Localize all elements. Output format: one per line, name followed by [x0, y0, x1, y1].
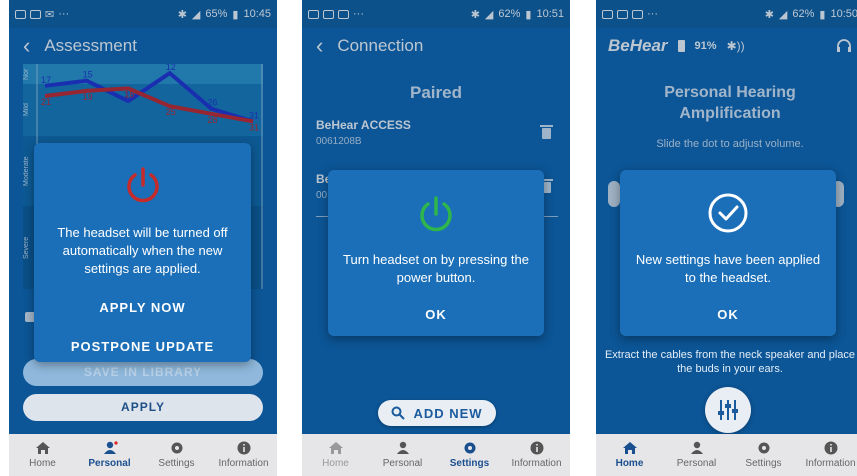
gear-icon — [758, 442, 769, 454]
nav-information[interactable]: Information — [503, 434, 570, 476]
gear-icon — [464, 442, 475, 454]
nav-label: Settings — [158, 458, 195, 469]
save-in-library-button[interactable]: SAVE IN LIBRARY — [23, 359, 263, 386]
bottom-nav: Home Personal Settings Information — [596, 434, 857, 476]
nav-label: Settings — [449, 458, 490, 469]
home-icon — [622, 442, 637, 454]
apply-now-button[interactable]: APPLY NOW — [34, 300, 251, 315]
nav-personal[interactable]: Personal — [663, 434, 730, 476]
power-on-dialog: Turn headset on by pressing the power bu… — [328, 170, 544, 336]
nav-label: Personal — [88, 458, 131, 469]
nav-label: Information — [511, 458, 562, 469]
home-icon — [328, 442, 343, 454]
nav-information[interactable]: Information — [210, 434, 277, 476]
home-icon — [35, 442, 50, 454]
power-icon — [420, 196, 452, 232]
person-icon — [690, 441, 703, 454]
assessment-screen: ✉ ··· ✱ ◢ 65% ▮ 10:45 ‹ Assessment 17 15 2… — [9, 0, 277, 476]
nav-home[interactable]: Home — [302, 434, 369, 476]
person-icon — [396, 441, 409, 454]
dialog-message: The headset will be turned off automatic… — [57, 225, 228, 276]
equalizer-button[interactable] — [705, 387, 751, 433]
info-icon — [530, 441, 543, 455]
ok-button[interactable]: OK — [328, 307, 544, 322]
nav-personal[interactable]: Personal — [76, 434, 143, 476]
nav-label: Information — [805, 458, 856, 469]
bottom-nav: Home Personal Settings Information — [302, 434, 570, 476]
turn-off-dialog: The headset will be turned off automatic… — [34, 143, 251, 362]
nav-settings[interactable]: Settings — [143, 434, 210, 476]
nav-label: Personal — [676, 458, 717, 469]
connection-screen: ··· ✱ ◢ 62% ▮ 10:51 ‹ Connection Paired … — [302, 0, 570, 476]
nav-label: Information — [218, 458, 269, 469]
instruction-text: Extract the cables from the neck speaker… — [604, 349, 856, 375]
add-new-button[interactable]: ADD NEW — [378, 400, 496, 426]
nav-label: Home — [29, 458, 56, 469]
dialog-message: Turn headset on by pressing the power bu… — [343, 252, 529, 285]
nav-label: Settings — [745, 458, 782, 469]
nav-home[interactable]: Home — [9, 434, 76, 476]
nav-label: Personal — [382, 458, 423, 469]
nav-label: Home — [615, 458, 644, 469]
info-icon — [237, 441, 250, 455]
power-icon — [126, 167, 159, 203]
info-icon — [824, 441, 837, 455]
nav-settings[interactable]: Settings — [436, 434, 503, 476]
gear-icon — [171, 442, 182, 454]
home-screen: ··· ✱ ◢ 62% ▮ 10:50 BeHear 91% ✱)) Perso… — [596, 0, 857, 476]
person-icon — [103, 441, 118, 454]
dialog-message: New settings have been applied to the he… — [635, 252, 821, 285]
nav-label: Home — [322, 458, 349, 469]
nav-home[interactable]: Home — [596, 434, 663, 476]
nav-settings[interactable]: Settings — [730, 434, 797, 476]
ok-button[interactable]: OK — [620, 307, 836, 322]
postpone-update-button[interactable]: POSTPONE UPDATE — [34, 339, 251, 354]
settings-applied-dialog: New settings have been applied to the he… — [620, 170, 836, 336]
check-circle-icon — [708, 193, 748, 233]
bottom-nav: Home Personal Settings Information — [9, 434, 277, 476]
add-new-label: ADD NEW — [413, 405, 483, 421]
nav-personal[interactable]: Personal — [369, 434, 436, 476]
equalizer-icon — [718, 400, 738, 420]
apply-button[interactable]: APPLY — [23, 394, 263, 421]
search-icon — [391, 406, 406, 420]
nav-information[interactable]: Information — [797, 434, 857, 476]
